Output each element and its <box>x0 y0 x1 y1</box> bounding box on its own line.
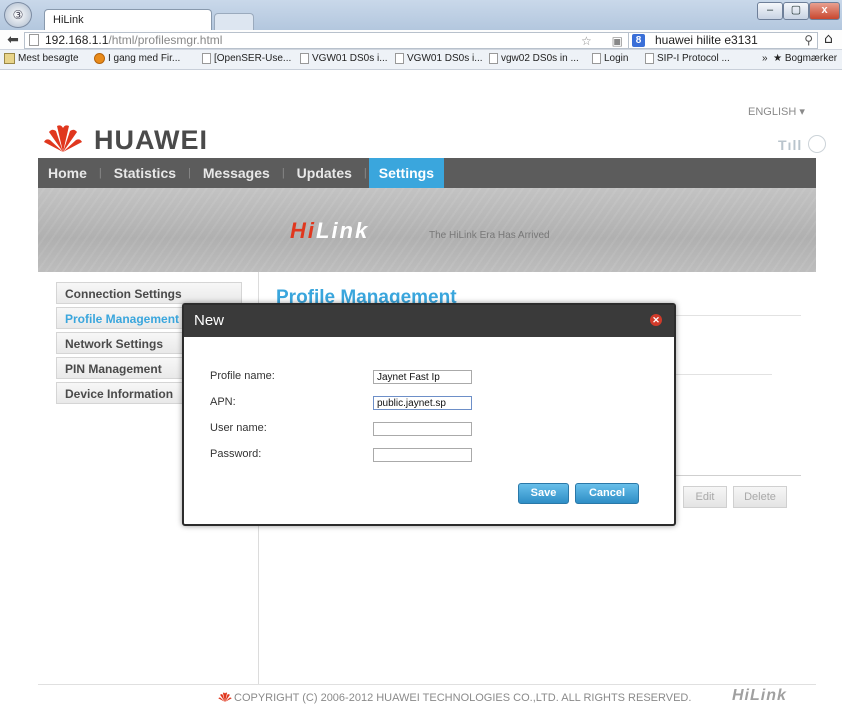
username-label: User name: <box>210 422 267 434</box>
home-icon[interactable]: ⌂ <box>824 31 833 47</box>
nav-home[interactable]: Home <box>38 158 97 188</box>
username-field[interactable] <box>373 422 472 436</box>
nav-settings[interactable]: Settings <box>368 158 444 188</box>
page-icon <box>592 53 601 64</box>
new-profile-dialog: New ✕ Profile name: APN: User name: Pass… <box>182 303 676 526</box>
bookmark-item[interactable]: I gang med Fir... <box>94 53 180 64</box>
signal-strength-icon: Tıll <box>778 137 803 153</box>
nav-messages[interactable]: Messages <box>193 158 280 188</box>
page-icon <box>395 53 404 64</box>
main-nav: Home | Statistics | Messages | Updates |… <box>38 158 816 188</box>
new-tab-button[interactable] <box>214 13 254 30</box>
footer-copyright: COPYRIGHT (C) 2006-2012 HUAWEI TECHNOLOG… <box>218 691 691 704</box>
banner-hilink-logo: HiLink <box>290 218 370 243</box>
nav-separator: | <box>188 167 191 179</box>
search-text: huawei hilite e3131 <box>655 33 758 47</box>
password-field[interactable] <box>373 448 472 462</box>
page-icon <box>29 34 39 46</box>
close-icon[interactable]: ✕ <box>650 314 662 326</box>
bookmark-item[interactable]: Login <box>592 53 628 64</box>
nav-separator: | <box>281 167 285 179</box>
tab-title: HiLink <box>53 14 84 26</box>
browser-menu-button[interactable]: ③ <box>4 2 32 28</box>
bookmarks-folder[interactable]: ★ Bogmærker <box>773 53 837 64</box>
huawei-logo-icon <box>218 692 232 702</box>
page-icon <box>202 53 211 64</box>
search-input[interactable]: 8 huawei hilite e3131 ⚲ <box>628 32 818 49</box>
divider <box>676 475 801 476</box>
profile-name-label: Profile name: <box>210 370 275 382</box>
url-path: /html/profilesmgr.html <box>108 33 223 47</box>
page-icon <box>300 53 309 64</box>
delete-button[interactable]: Delete <box>733 486 787 508</box>
apn-field[interactable] <box>373 396 472 410</box>
firefox-icon <box>94 53 105 64</box>
bookmark-item[interactable]: [OpenSER-Use... <box>202 53 291 64</box>
bookmark-item[interactable]: VGW01 DS0s i... <box>395 53 483 64</box>
brand-name: HUAWEI <box>94 125 208 155</box>
hilink-page: ENGLISH ▾ HUAWEI Tıll Home | Statistics … <box>0 71 842 713</box>
bookmark-item[interactable]: SIP-I Protocol ... <box>645 53 730 64</box>
dialog-title: New <box>194 312 225 329</box>
close-window-icon[interactable]: x <box>809 2 840 20</box>
apn-label: APN: <box>210 396 236 408</box>
url-host: 192.168.1.1 <box>45 33 109 47</box>
footer-divider <box>38 684 816 685</box>
browser-navbar: ⬅ 192.168.1.1/html/profilesmgr.html ☆ ▣ … <box>0 30 842 50</box>
nav-separator: | <box>363 167 367 179</box>
search-icon[interactable]: ⚲ <box>804 33 813 48</box>
banner-tagline: The HiLink Era Has Arrived <box>429 230 550 241</box>
cancel-button[interactable]: Cancel <box>575 483 639 504</box>
nav-updates[interactable]: Updates <box>287 158 362 188</box>
nav-statistics[interactable]: Statistics <box>104 158 186 188</box>
back-arrow-icon[interactable]: ⬅ <box>4 31 22 49</box>
divider <box>676 374 772 375</box>
password-label: Password: <box>210 448 262 460</box>
dialog-header: New ✕ <box>184 305 674 337</box>
maximize-icon[interactable]: ▢ <box>783 2 809 20</box>
language-select[interactable]: ENGLISH ▾ <box>748 105 805 118</box>
profile-name-field[interactable] <box>373 370 472 384</box>
globe-icon <box>808 135 826 153</box>
bookmarks-toolbar: Mest besøgte I gang med Fir... [OpenSER-… <box>0 50 842 70</box>
hilink-banner: HiLink The HiLink Era Has Arrived <box>38 188 816 272</box>
page-icon <box>489 53 498 64</box>
bookmark-item[interactable]: vgw02 DS0s in ... <box>489 53 579 64</box>
huawei-logo-icon <box>44 125 82 152</box>
nav-separator: | <box>98 167 102 179</box>
save-button[interactable]: Save <box>518 483 569 504</box>
search-engine-icon[interactable]: 8 <box>632 34 645 47</box>
footer-hilink-logo: HiLink <box>732 687 787 704</box>
most-visited-icon <box>4 53 15 64</box>
minimize-icon[interactable]: – <box>757 2 783 20</box>
sidebar-item-connection-settings[interactable]: Connection Settings <box>56 282 242 304</box>
bookmark-item[interactable]: VGW01 DS0s i... <box>300 53 388 64</box>
edit-button[interactable]: Edit <box>683 486 727 508</box>
page-icon <box>645 53 654 64</box>
bookmark-item[interactable]: Mest besøgte <box>4 53 79 64</box>
browser-tab[interactable]: HiLink <box>44 9 212 30</box>
browser-titlebar: ③ HiLink – ▢ x <box>0 0 842 30</box>
bookmarks-overflow-icon[interactable]: » ★ Bogmærker <box>762 53 837 64</box>
address-bar[interactable]: 192.168.1.1/html/profilesmgr.html ☆ ▣ C <box>24 32 661 49</box>
